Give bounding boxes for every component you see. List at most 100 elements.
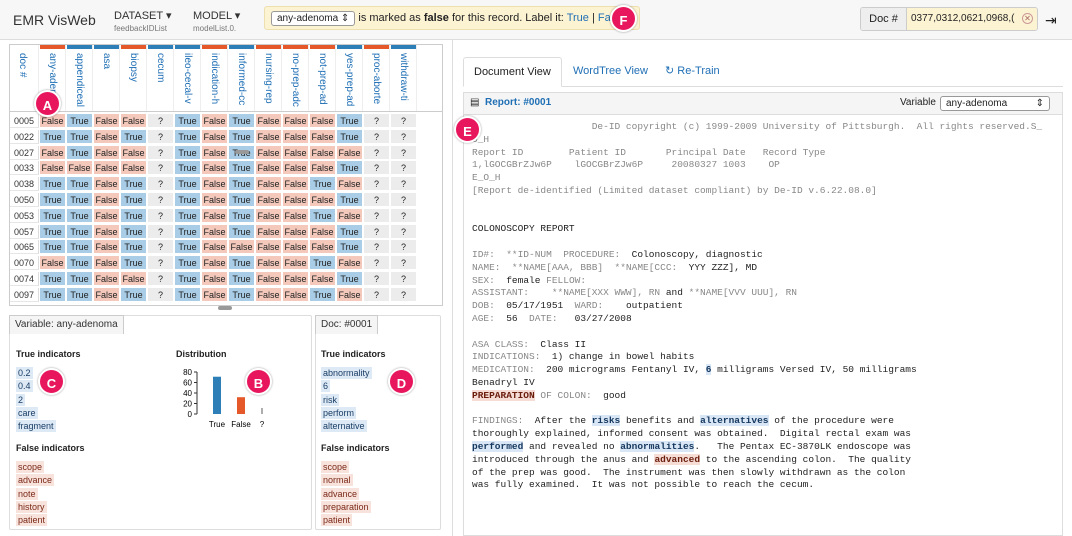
tab-wordtree-view[interactable]: WordTree View	[563, 57, 658, 87]
grid-cell[interactable]: False	[202, 224, 228, 239]
grid-cell[interactable]: ?	[364, 208, 390, 223]
grid-cell[interactable]: True	[40, 272, 66, 286]
bar-False[interactable]	[237, 397, 245, 414]
grid-cell[interactable]: False	[256, 272, 282, 286]
grid-cell[interactable]: ?	[364, 193, 390, 207]
true-indicator[interactable]: care	[16, 406, 38, 419]
grid-cell[interactable]: ?	[391, 177, 417, 192]
grid-cell[interactable]: True	[337, 240, 363, 255]
true-indicator[interactable]: 6	[321, 380, 331, 393]
column-header[interactable]: proc-aborte	[364, 45, 390, 111]
grid-cell[interactable]: False	[283, 114, 309, 128]
grid-cell[interactable]: True	[40, 177, 66, 192]
grid-cell[interactable]: False	[94, 208, 120, 223]
grid-cell[interactable]: False	[67, 161, 93, 176]
row-doc-id[interactable]: 0038	[10, 177, 39, 192]
row-doc-id[interactable]: 0057	[10, 224, 39, 239]
grid-cell[interactable]: False	[256, 161, 282, 176]
grid-cell[interactable]: False	[94, 114, 120, 128]
grid-cell[interactable]: True	[229, 177, 255, 192]
false-indicator[interactable]: patient	[16, 514, 48, 527]
grid-cell[interactable]: True	[310, 256, 336, 271]
grid-cell[interactable]: True	[121, 177, 147, 192]
grid-cell[interactable]: True	[337, 272, 363, 286]
grid-cell[interactable]: False	[283, 129, 309, 144]
label-true-link[interactable]: True	[567, 12, 589, 24]
grid-cell[interactable]: True	[67, 145, 93, 160]
column-header[interactable]: nursing-rep	[256, 45, 282, 111]
grid-cell[interactable]: False	[283, 145, 309, 160]
true-indicator[interactable]: 0.4	[16, 380, 33, 393]
feedback-variable-select[interactable]: any-adenoma ⇕	[271, 10, 356, 26]
row-doc-id[interactable]: 0065	[10, 240, 39, 255]
grid-cell[interactable]: ?	[148, 224, 174, 239]
logout-icon[interactable]: ⇥	[1045, 12, 1057, 29]
row-doc-id[interactable]: 0074	[10, 272, 39, 286]
false-indicator[interactable]: scope	[16, 461, 45, 473]
grid-cell[interactable]: True	[229, 129, 255, 144]
grid-cell[interactable]: ?	[391, 224, 417, 239]
column-header[interactable]: withdraw-ti	[391, 45, 417, 111]
grid-cell[interactable]: True	[229, 114, 255, 128]
grid-cell[interactable]: False	[202, 272, 228, 286]
bar-True[interactable]	[213, 376, 221, 414]
grid-cell[interactable]: False	[310, 129, 336, 144]
grid-cell[interactable]: True	[40, 208, 66, 223]
grid-cell[interactable]: False	[94, 287, 120, 302]
grid-cell[interactable]: ?	[391, 240, 417, 255]
grid-cell[interactable]: True	[67, 114, 93, 128]
false-indicator[interactable]: preparation	[321, 500, 371, 513]
true-indicator[interactable]: 0.2	[16, 367, 33, 379]
grid-cell[interactable]: True	[121, 208, 147, 223]
grid-cell[interactable]: False	[310, 272, 336, 286]
grid-cell[interactable]: True	[337, 114, 363, 128]
grid-cell[interactable]: False	[202, 161, 228, 176]
clear-icon[interactable]: ✕	[1022, 13, 1033, 24]
grid-cell[interactable]: False	[337, 287, 363, 302]
grid-cell[interactable]: True	[67, 129, 93, 144]
grid-cell[interactable]: ?	[391, 256, 417, 271]
grid-cell[interactable]: False	[283, 224, 309, 239]
row-doc-id[interactable]: 0027	[10, 145, 39, 160]
report-variable-select[interactable]: any-adenoma ⇕	[940, 96, 1050, 111]
grid-cell[interactable]: True	[67, 177, 93, 192]
grid-cell[interactable]: False	[121, 161, 147, 176]
grid-cell[interactable]: False	[94, 224, 120, 239]
grid-cell[interactable]: False	[256, 193, 282, 207]
grid-cell[interactable]: ?	[364, 145, 390, 160]
grid-cell[interactable]: False	[256, 114, 282, 128]
row-doc-id[interactable]: 0022	[10, 129, 39, 144]
grid-cell[interactable]: ?	[364, 256, 390, 271]
grid-cell[interactable]: True	[67, 256, 93, 271]
true-indicator[interactable]: fragment	[16, 420, 56, 433]
grid-cell[interactable]: True	[67, 287, 93, 302]
grid-cell[interactable]: True	[229, 193, 255, 207]
grid-cell[interactable]: True	[67, 240, 93, 255]
true-indicator[interactable]: 2	[16, 393, 26, 406]
grid-cell[interactable]: True	[121, 129, 147, 144]
grid-cell[interactable]: False	[202, 208, 228, 223]
grid-cell[interactable]: False	[94, 193, 120, 207]
grid-cell[interactable]: ?	[364, 177, 390, 192]
grid-cell[interactable]: False	[202, 240, 228, 255]
dataset-dropdown[interactable]: DATASET ▾ feedbackIDList	[114, 10, 172, 35]
false-indicator[interactable]: note	[16, 487, 38, 500]
grid-cell[interactable]: False	[40, 161, 66, 176]
row-doc-id[interactable]: 0097	[10, 287, 39, 302]
grid-cell[interactable]: True	[175, 129, 201, 144]
grid-cell[interactable]: False	[256, 129, 282, 144]
column-header[interactable]: yes-prep-ad	[337, 45, 363, 111]
grid-cell[interactable]: True	[175, 193, 201, 207]
grid-cell[interactable]: ?	[148, 287, 174, 302]
grid-cell[interactable]: ?	[364, 272, 390, 286]
retrain-button[interactable]: ↻ Re-Train	[655, 57, 730, 87]
grid-cell[interactable]: ?	[391, 129, 417, 144]
grid-cell[interactable]: ?	[148, 114, 174, 128]
grid-cell[interactable]: False	[256, 145, 282, 160]
grid-cell[interactable]: True	[229, 256, 255, 271]
grid-cell[interactable]: False	[40, 145, 66, 160]
grid-cell[interactable]: False	[256, 208, 282, 223]
column-header[interactable]: appendiceal	[67, 45, 93, 111]
true-indicator[interactable]: alternative	[321, 420, 367, 433]
grid-resize-handle[interactable]	[218, 306, 232, 310]
